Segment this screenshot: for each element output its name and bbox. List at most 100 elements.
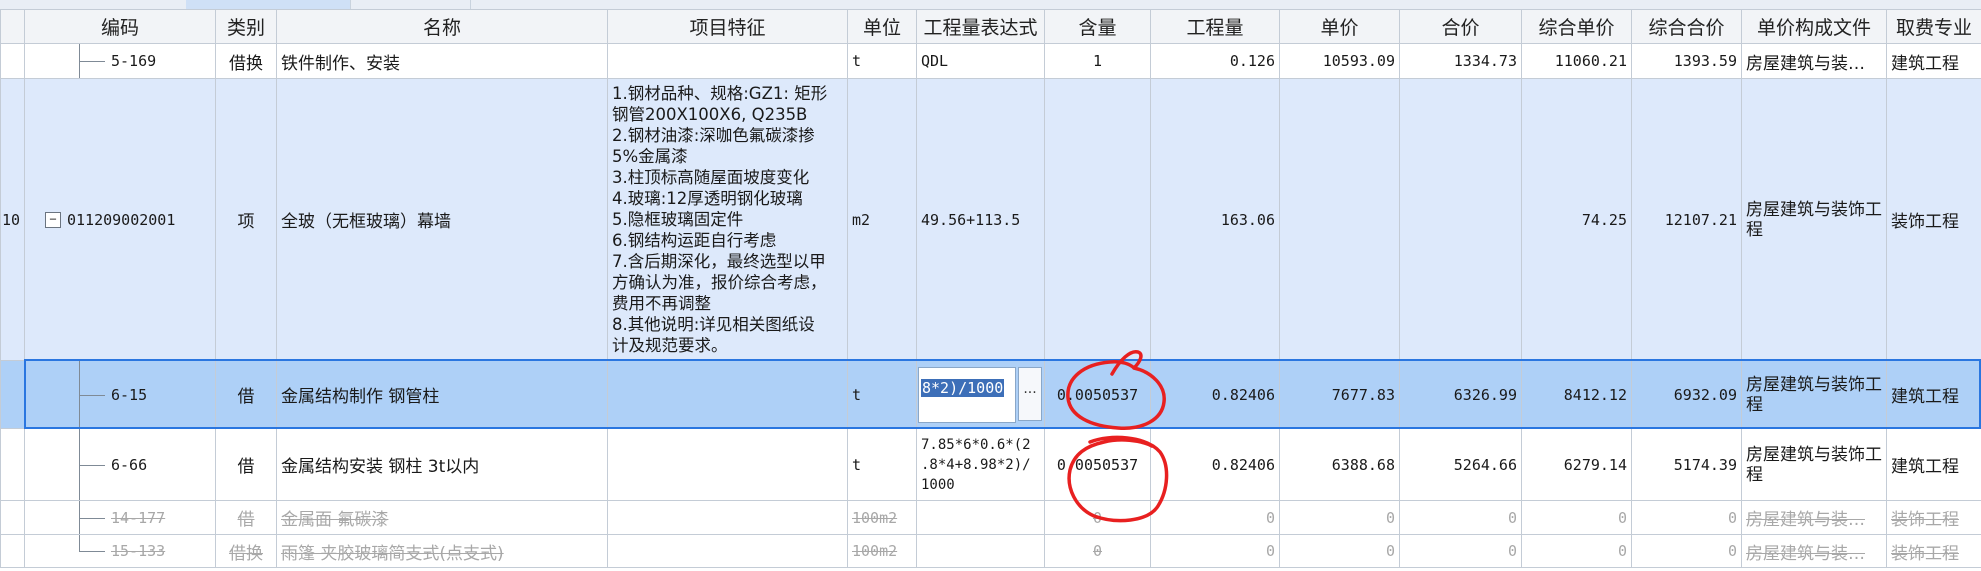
code-cell[interactable]: 5-169 [24, 43, 216, 79]
code-cell[interactable]: 14-177 [24, 500, 216, 535]
col-header-name[interactable]: 名称 [276, 9, 608, 44]
unit-price-cell[interactable] [1279, 78, 1400, 361]
total-cell[interactable]: 6326.99 [1399, 360, 1522, 429]
col-header-quantity[interactable]: 工程量 [1150, 9, 1280, 44]
price-file-cell[interactable]: 房屋建筑与装饰工程 [1741, 78, 1887, 361]
feature-cell[interactable] [607, 500, 848, 535]
code-cell[interactable]: 6-66 [24, 428, 216, 501]
feature-cell[interactable] [607, 360, 848, 429]
feature-cell[interactable]: 1.钢材品种、规格:GZ1: 矩形 钢管200X100X6, Q235B 2.钢… [607, 78, 848, 361]
quantity-cell[interactable]: 0.126 [1150, 43, 1280, 79]
content-cell[interactable]: 0.0050537 [1044, 428, 1151, 501]
collapse-toggle-icon[interactable]: − [45, 212, 61, 228]
tab-active[interactable] [186, 0, 351, 9]
comp-price-cell[interactable]: 6279.14 [1521, 428, 1632, 501]
comp-price-cell[interactable]: 8412.12 [1521, 360, 1632, 429]
col-header-expression[interactable]: 工程量表达式 [916, 9, 1045, 44]
fee-major-cell[interactable]: 建筑工程 [1886, 360, 1981, 429]
content-cell[interactable]: 0 [1044, 500, 1151, 535]
fee-major-cell[interactable]: 建筑工程 [1886, 428, 1981, 501]
comp-price-cell[interactable]: 0 [1521, 500, 1632, 535]
category-cell[interactable]: 借 [215, 500, 277, 535]
expression-cell[interactable] [916, 500, 1045, 535]
price-file-cell[interactable]: 房屋建筑与装饰工程 [1741, 360, 1887, 429]
comp-total-cell[interactable]: 0 [1631, 534, 1742, 568]
name-cell[interactable]: 金属面 氟碳漆 [276, 500, 608, 535]
col-header-feature[interactable]: 项目特征 [607, 9, 848, 44]
price-file-cell[interactable]: 房屋建筑与装… [1741, 43, 1887, 79]
quantity-cell[interactable]: 0.82406 [1150, 360, 1280, 429]
name-cell[interactable]: 铁件制作、安装 [276, 43, 608, 79]
comp-price-cell[interactable]: 11060.21 [1521, 43, 1632, 79]
unit-cell[interactable]: t [847, 43, 917, 79]
quantity-cell[interactable]: 0 [1150, 500, 1280, 535]
code-cell[interactable]: 15-133 [24, 534, 216, 568]
expression-cell[interactable] [916, 534, 1045, 568]
code-cell[interactable]: −011209002001 [24, 78, 216, 361]
expression-cell[interactable]: QDL [916, 43, 1045, 79]
quantity-cell[interactable]: 163.06 [1150, 78, 1280, 361]
unit-cell[interactable]: t [847, 360, 917, 429]
table-row-selected[interactable]: 6-15 借 金属结构制作 钢管柱 t 8*2)/1000 ··· 0.0050… [0, 360, 1981, 429]
feature-cell[interactable] [607, 534, 848, 568]
comp-total-cell[interactable]: 5174.39 [1631, 428, 1742, 501]
total-cell[interactable]: 1334.73 [1399, 43, 1522, 79]
col-header-code[interactable]: 编码 [24, 9, 216, 44]
col-header-unit-price[interactable]: 单价 [1279, 9, 1400, 44]
content-cell[interactable]: 1 [1044, 43, 1151, 79]
total-cell[interactable] [1399, 78, 1522, 361]
expression-cell[interactable]: 49.56+113.5 [916, 78, 1045, 361]
fee-major-cell[interactable]: 装饰工程 [1886, 534, 1981, 568]
unit-cell[interactable]: m2 [847, 78, 917, 361]
content-cell[interactable]: 0 [1044, 534, 1151, 568]
tab[interactable] [350, 0, 471, 9]
unit-price-cell[interactable]: 6388.68 [1279, 428, 1400, 501]
table-row-disabled[interactable]: 14-177 借 金属面 氟碳漆 100m2 0 0 0 0 0 0 房屋建筑与… [0, 500, 1981, 535]
name-cell[interactable]: 金属结构安装 钢柱 3t以内 [276, 428, 608, 501]
comp-total-cell[interactable]: 0 [1631, 500, 1742, 535]
feature-cell[interactable] [607, 43, 848, 79]
col-header-index[interactable] [0, 9, 25, 44]
col-header-content[interactable]: 含量 [1044, 9, 1151, 44]
name-cell[interactable]: 雨篷 夹胶玻璃简支式(点支式) [276, 534, 608, 568]
comp-price-cell[interactable]: 74.25 [1521, 78, 1632, 361]
comp-total-cell[interactable]: 1393.59 [1631, 43, 1742, 79]
price-file-cell[interactable]: 房屋建筑与装… [1741, 500, 1887, 535]
col-header-unit[interactable]: 单位 [847, 9, 917, 44]
fee-major-cell[interactable]: 建筑工程 [1886, 43, 1981, 79]
comp-price-cell[interactable]: 0 [1521, 534, 1632, 568]
name-cell[interactable]: 全玻（无框玻璃）幕墙 [276, 78, 608, 361]
unit-cell[interactable]: t [847, 428, 917, 501]
feature-cell[interactable] [607, 428, 848, 501]
table-row-disabled[interactable]: 15-133 借换 雨篷 夹胶玻璃简支式(点支式) 100m2 0 0 0 0 … [0, 534, 1981, 568]
table-row[interactable]: 6-66 借 金属结构安装 钢柱 3t以内 t 7.85*6*0.6*(2 .8… [0, 428, 1981, 501]
content-cell[interactable] [1044, 78, 1151, 361]
category-cell[interactable]: 项 [215, 78, 277, 361]
category-cell[interactable]: 借 [215, 360, 277, 429]
unit-cell[interactable]: 100m2 [847, 534, 917, 568]
col-header-comp-total[interactable]: 综合合价 [1631, 9, 1742, 44]
comp-total-cell[interactable]: 12107.21 [1631, 78, 1742, 361]
col-header-comp-price[interactable]: 综合单价 [1521, 9, 1632, 44]
unit-price-cell[interactable]: 7677.83 [1279, 360, 1400, 429]
category-cell[interactable]: 借换 [215, 534, 277, 568]
expression-more-button[interactable]: ··· [1018, 367, 1042, 421]
total-cell[interactable]: 5264.66 [1399, 428, 1522, 501]
unit-price-cell[interactable]: 0 [1279, 534, 1400, 568]
quantity-cell[interactable]: 0 [1150, 534, 1280, 568]
unit-cell[interactable]: 100m2 [847, 500, 917, 535]
category-cell[interactable]: 借换 [215, 43, 277, 79]
total-cell[interactable]: 0 [1399, 500, 1522, 535]
unit-price-cell[interactable]: 10593.09 [1279, 43, 1400, 79]
col-header-total[interactable]: 合价 [1399, 9, 1522, 44]
expression-cell-editing[interactable]: 8*2)/1000 ··· [916, 360, 1045, 429]
tab[interactable] [0, 0, 187, 9]
col-header-fee-major[interactable]: 取费专业 [1886, 9, 1981, 44]
fee-major-cell[interactable]: 装饰工程 [1886, 500, 1981, 535]
fee-major-cell[interactable]: 装饰工程 [1886, 78, 1981, 361]
name-cell[interactable]: 金属结构制作 钢管柱 [276, 360, 608, 429]
unit-price-cell[interactable]: 0 [1279, 500, 1400, 535]
price-file-cell[interactable]: 房屋建筑与装… [1741, 534, 1887, 568]
total-cell[interactable]: 0 [1399, 534, 1522, 568]
col-header-category[interactable]: 类别 [215, 9, 277, 44]
